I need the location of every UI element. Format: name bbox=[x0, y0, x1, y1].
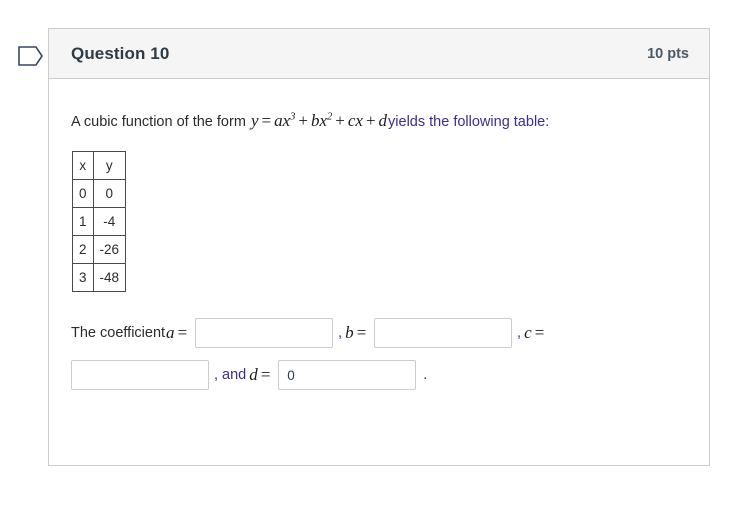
table-header-y: y bbox=[92, 151, 127, 180]
equals-d: = bbox=[259, 365, 272, 384]
coefficient-label: The coefficient bbox=[71, 325, 166, 341]
separator-c: , bbox=[517, 325, 522, 341]
variable-b: b bbox=[345, 323, 354, 342]
table-row: 0 0 bbox=[72, 179, 127, 208]
table-cell-x: 3 bbox=[72, 263, 94, 292]
question-points: 10 pts bbox=[647, 45, 689, 62]
equals-a: = bbox=[176, 323, 189, 342]
formula-plus-2: + bbox=[335, 111, 345, 130]
table-cell-y: -48 bbox=[92, 263, 127, 292]
question-prompt: A cubic function of the form y = ax3 + bx2 + c… bbox=[71, 111, 687, 132]
question-body: A cubic function of the form y = ax3 + bx2 + c… bbox=[49, 79, 709, 390]
table-header-x: x bbox=[72, 151, 94, 180]
coefficient-a-input[interactable] bbox=[195, 318, 334, 348]
variable-d: d bbox=[249, 365, 258, 384]
equals-b: = bbox=[355, 323, 368, 342]
variable-a: a bbox=[166, 323, 175, 342]
coefficient-b-input[interactable] bbox=[374, 318, 513, 348]
formula-plus-3: + bbox=[365, 111, 376, 130]
equals-c: = bbox=[533, 323, 546, 342]
table-cell-x: 2 bbox=[72, 235, 94, 264]
separator-b: , bbox=[338, 325, 343, 341]
table-cell-y: -4 bbox=[92, 207, 127, 236]
cubic-formula: y = ax3 + bx2 + cx + d bbox=[250, 111, 388, 130]
formula-d: d bbox=[378, 111, 388, 130]
flag-icon[interactable] bbox=[17, 43, 45, 69]
coefficient-c-input[interactable] bbox=[71, 360, 209, 390]
formula-plus-1: + bbox=[298, 111, 308, 130]
formula-x3: x bbox=[355, 111, 363, 130]
formula-equals: = bbox=[261, 111, 272, 130]
question-header: Question 10 10 pts bbox=[49, 29, 709, 79]
formula-x1: x bbox=[282, 111, 291, 130]
answer-row-2: , and d = . bbox=[71, 360, 687, 390]
prompt-lead: A cubic function of the form bbox=[71, 114, 246, 130]
table-header-row: x y bbox=[72, 151, 127, 180]
formula-x2: x bbox=[319, 111, 328, 130]
coefficient-d-input[interactable] bbox=[278, 360, 417, 390]
answer-block: The coefficient a = , b = , c = , and d … bbox=[71, 318, 687, 390]
table-cell-x: 1 bbox=[72, 207, 94, 236]
answer-row-1: The coefficient a = , b = , c = bbox=[71, 318, 687, 348]
table-row: 3 -48 bbox=[72, 263, 127, 292]
table-row: 1 -4 bbox=[72, 207, 127, 236]
question-card: Question 10 10 pts A cubic function of t… bbox=[48, 28, 710, 466]
formula-a: a bbox=[274, 111, 283, 130]
table-cell-x: 0 bbox=[72, 179, 94, 208]
value-table: x y 0 0 1 -4 2 -26 3 -48 bbox=[72, 151, 127, 292]
table-row: 2 -26 bbox=[72, 235, 127, 264]
separator-d: , and bbox=[214, 367, 247, 383]
table-cell-y: 0 bbox=[92, 179, 127, 208]
table-cell-y: -26 bbox=[92, 235, 127, 264]
prompt-tail: yields the following table: bbox=[388, 114, 550, 130]
page-title: Question 10 bbox=[71, 43, 170, 63]
trailing-period: . bbox=[423, 367, 428, 383]
variable-c: c bbox=[524, 323, 532, 342]
